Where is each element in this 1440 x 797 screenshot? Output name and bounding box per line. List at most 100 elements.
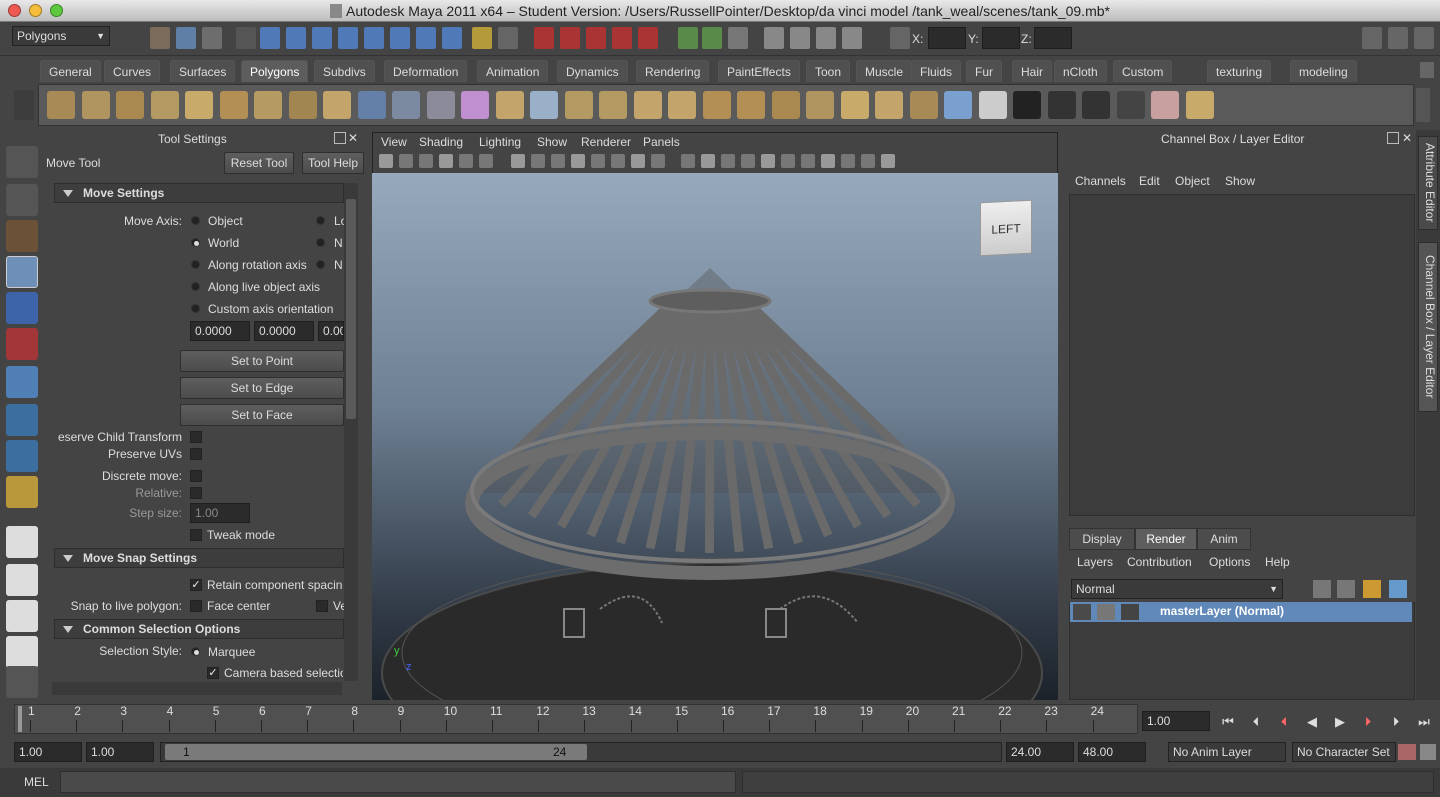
- panel-tool-16-icon[interactable]: [721, 154, 735, 168]
- panel-tool-0-icon[interactable]: [379, 154, 393, 168]
- poly-plane-icon[interactable]: [185, 91, 213, 119]
- checker-map-icon[interactable]: [1082, 91, 1110, 119]
- panel-tool-10-icon[interactable]: [591, 154, 605, 168]
- surface-mask-icon[interactable]: [338, 27, 358, 49]
- radio-custom-axis-orientation[interactable]: [191, 304, 200, 313]
- renderable-toggle-icon[interactable]: [1073, 604, 1091, 620]
- paint-select-icon[interactable]: [6, 220, 38, 252]
- range-track[interactable]: 1 24: [160, 742, 1002, 762]
- render-view-icon[interactable]: [764, 27, 784, 49]
- panel-tool-18-icon[interactable]: [761, 154, 775, 168]
- lock-selection-icon[interactable]: [472, 27, 492, 49]
- step-size-field[interactable]: 1.00: [190, 503, 250, 523]
- hypershade-icon[interactable]: [1389, 580, 1407, 598]
- channel-list[interactable]: [1069, 194, 1415, 516]
- misc-mask-icon[interactable]: [442, 27, 462, 49]
- axis-y-field[interactable]: 0.0000: [254, 321, 314, 341]
- shelf-tab-ncloth[interactable]: nCloth: [1054, 60, 1107, 82]
- play-forwards-icon[interactable]: ▶: [1330, 712, 1350, 732]
- panel-tool-14-icon[interactable]: [681, 154, 695, 168]
- joint-mask-icon[interactable]: [286, 27, 306, 49]
- menu-channels[interactable]: Channels: [1075, 174, 1126, 188]
- single-pane-layout-icon[interactable]: [6, 526, 38, 558]
- current-frame-field[interactable]: 1.00: [1142, 711, 1210, 731]
- new-layer-icon[interactable]: [1313, 580, 1331, 598]
- outliner-layout-icon[interactable]: [6, 600, 38, 632]
- float-panel-icon[interactable]: [1387, 132, 1399, 144]
- poly-sphere-icon[interactable]: [47, 91, 75, 119]
- render-settings-icon[interactable]: [1363, 580, 1381, 598]
- graph-layout-icon[interactable]: [6, 636, 38, 668]
- make-hole-icon[interactable]: [633, 91, 662, 119]
- shelf-tab-toon[interactable]: Toon: [806, 60, 851, 82]
- end-time-field[interactable]: 48.00: [1078, 742, 1146, 762]
- close-icon[interactable]: ✕: [1402, 131, 1412, 145]
- extract-icon[interactable]: [426, 91, 455, 119]
- radio-object[interactable]: [191, 216, 200, 225]
- trash-icon[interactable]: [1420, 62, 1434, 78]
- tweak-mode-checkbox[interactable]: [190, 529, 202, 541]
- insert-edge-loop-icon[interactable]: [702, 91, 731, 119]
- poly-cone-icon[interactable]: [150, 91, 179, 119]
- playback-start-field[interactable]: 1.00: [86, 742, 154, 762]
- menu-set-dropdown[interactable]: Polygons ▼: [12, 26, 110, 46]
- render-frame-icon[interactable]: [790, 27, 810, 49]
- start-time-field[interactable]: 1.00: [14, 742, 82, 762]
- axis-x-field[interactable]: 0.0000: [190, 321, 250, 341]
- poly-soccer-ball-icon[interactable]: [323, 91, 351, 119]
- menu-show[interactable]: Show: [1225, 174, 1255, 188]
- boolean-icon[interactable]: [495, 91, 524, 119]
- append-polygon-icon[interactable]: [564, 91, 593, 119]
- step-forward-key-icon[interactable]: ⏵: [1386, 712, 1406, 732]
- shelf-tab-hair[interactable]: Hair: [1012, 60, 1053, 82]
- y-field[interactable]: [982, 27, 1020, 49]
- radio-marquee[interactable]: [191, 647, 200, 656]
- menu-contribution[interactable]: Contribution: [1127, 555, 1192, 569]
- panel-tool-2-icon[interactable]: [419, 154, 433, 168]
- last-tool-icon[interactable]: [6, 476, 38, 508]
- shelf-tab-dynamics[interactable]: Dynamics: [557, 60, 628, 82]
- ipr-render-icon[interactable]: [816, 27, 836, 49]
- shelf-tab-general[interactable]: General: [40, 60, 101, 82]
- set-to-edge-button[interactable]: Set to Edge: [180, 377, 344, 399]
- snap-point-icon[interactable]: [586, 27, 606, 49]
- poly-pyramid-icon[interactable]: [254, 91, 282, 119]
- animation-preferences-icon[interactable]: [1420, 744, 1436, 760]
- menu-help[interactable]: Help: [1265, 555, 1290, 569]
- shelf-tab-animation[interactable]: Animation: [477, 60, 549, 82]
- offset-edge-loop-icon[interactable]: [737, 91, 765, 119]
- separate-icon[interactable]: [392, 91, 420, 119]
- vertex-checkbox[interactable]: [316, 600, 328, 612]
- shelf-tab-polygons[interactable]: Polygons: [241, 60, 309, 82]
- dynamics-mask-icon[interactable]: [390, 27, 410, 49]
- reset-tool-button[interactable]: Reset Tool: [224, 152, 294, 174]
- menu-view[interactable]: View: [381, 135, 407, 149]
- shelf-menu-handle[interactable]: [14, 90, 34, 120]
- panel-tool-9-icon[interactable]: [571, 154, 585, 168]
- universal-manipulator-icon[interactable]: [6, 366, 38, 398]
- z-field[interactable]: [1034, 27, 1072, 49]
- tab-render[interactable]: Render: [1135, 528, 1197, 550]
- face-center-checkbox[interactable]: [190, 600, 202, 612]
- shelf-tab-fur[interactable]: Fur: [966, 60, 1002, 82]
- snap-view-plane-icon[interactable]: [612, 27, 632, 49]
- command-input[interactable]: [60, 771, 736, 793]
- menu-shading[interactable]: Shading: [419, 135, 463, 149]
- panel-tool-1-icon[interactable]: [399, 154, 413, 168]
- average-vertices-icon[interactable]: [530, 91, 558, 119]
- snap-grid-icon[interactable]: [534, 27, 554, 49]
- lasso-tool-icon[interactable]: [6, 184, 38, 216]
- tab-attribute-editor[interactable]: Attribute Editor: [1418, 136, 1438, 230]
- menu-object[interactable]: Object: [1175, 174, 1210, 188]
- preserve-child-transform-checkbox[interactable]: [190, 431, 202, 443]
- panel-tool-24-icon[interactable]: [881, 154, 895, 168]
- panel-tool-20-icon[interactable]: [801, 154, 815, 168]
- toggle-channel-box-icon[interactable]: [1414, 27, 1434, 49]
- shelf-tab-subdivs[interactable]: Subdivs: [314, 60, 375, 82]
- poke-icon[interactable]: [944, 91, 972, 119]
- play-backwards-icon[interactable]: ◀: [1302, 712, 1322, 732]
- time-slider[interactable]: 1 2 3 4 5 6 7 8 9 10 11 12 13 14 15 16 17 18 19 20 21 22 23 24 …: [0, 704, 1440, 740]
- relative-checkbox[interactable]: [190, 487, 202, 499]
- sculpt-icon[interactable]: [978, 91, 1007, 119]
- shelf-tab-curves[interactable]: Curves: [104, 60, 161, 82]
